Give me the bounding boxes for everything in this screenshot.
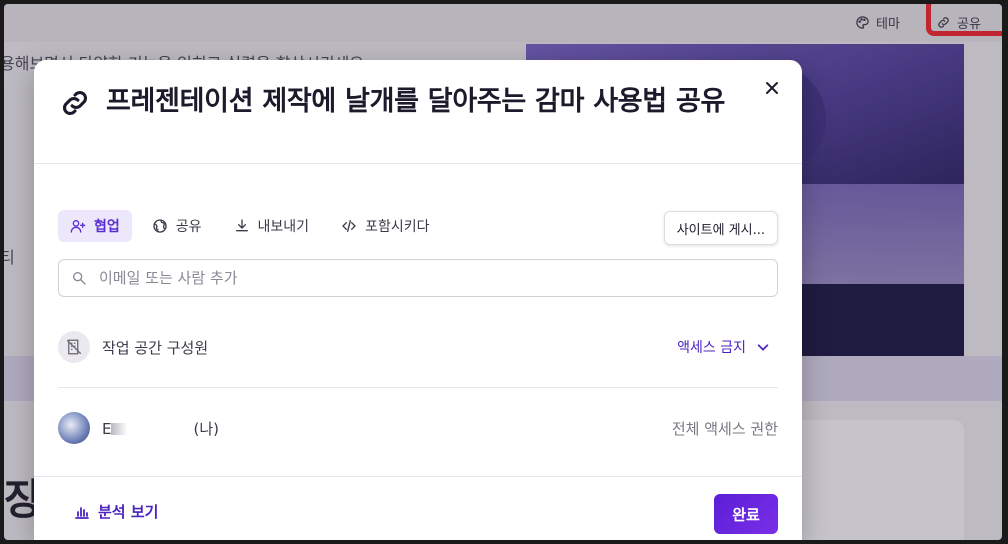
- download-icon: [235, 219, 248, 232]
- user-name-suffix: (나): [193, 419, 219, 438]
- globe-icon: [153, 219, 167, 233]
- analytics-label: 분석 보기: [98, 503, 159, 521]
- redacted-name: [111, 423, 194, 435]
- search-icon: [73, 272, 86, 285]
- dialog-title: 프레젠테이션 제작에 날개를 달아주는 감마 사용법 공유: [106, 86, 726, 117]
- add-user-icon: [70, 220, 86, 233]
- code-icon: [342, 220, 357, 232]
- share-tabs: 협업 공유 내보내기 포함시키다: [58, 210, 441, 242]
- tab-share[interactable]: 공유: [140, 210, 214, 242]
- tab-export[interactable]: 내보내기: [222, 210, 322, 242]
- dialog-header: 프레젠테이션 제작에 날개를 달아주는 감마 사용법 공유: [34, 60, 802, 164]
- building-icon: [66, 339, 82, 355]
- app-window: 테마 공유 용해보면서 다양한 기능을 익히고 실력을 향상시키세요 티 장 프…: [4, 4, 1002, 540]
- access-level: 액세스 금지: [677, 340, 746, 356]
- workspace-members-row: 작업 공간 구성원 액세스 금지: [58, 330, 778, 364]
- tab-collaborate[interactable]: 협업: [58, 210, 132, 242]
- workspace-avatar: [58, 331, 90, 363]
- add-people-field: [58, 259, 778, 297]
- divider: [58, 387, 778, 388]
- workspace-access-select[interactable]: 액세스 금지: [677, 337, 778, 357]
- add-people-input[interactable]: [97, 268, 761, 288]
- link-icon: [62, 90, 88, 116]
- dialog-footer: 분석 보기 완료: [34, 476, 802, 540]
- bar-chart-icon: [75, 506, 89, 519]
- owner-row: E (나) 전체 액세스 권한: [58, 411, 778, 445]
- done-button[interactable]: 완료: [714, 494, 778, 534]
- tab-label: 포함시키다: [365, 219, 430, 235]
- user-name: E (나): [102, 418, 219, 439]
- tab-label: 공유: [175, 219, 202, 235]
- tab-label: 협업: [94, 219, 120, 235]
- close-button[interactable]: [758, 74, 786, 102]
- publish-site-button[interactable]: 사이트에 게시...: [663, 211, 778, 245]
- workspace-members-label: 작업 공간 구성원: [102, 338, 209, 357]
- tab-embed[interactable]: 포함시키다: [329, 210, 441, 242]
- tab-label: 내보내기: [257, 219, 310, 235]
- owner-access-level: 전체 액세스 권한: [671, 419, 778, 438]
- chevron-down-icon: [757, 344, 769, 351]
- view-analytics-button[interactable]: 분석 보기: [74, 501, 158, 522]
- share-dialog: 프레젠테이션 제작에 날개를 달아주는 감마 사용법 공유 협업 공유 내보내기…: [34, 60, 802, 540]
- close-icon: [766, 82, 778, 94]
- avatar: [58, 412, 90, 444]
- user-name-initial: E: [102, 419, 112, 438]
